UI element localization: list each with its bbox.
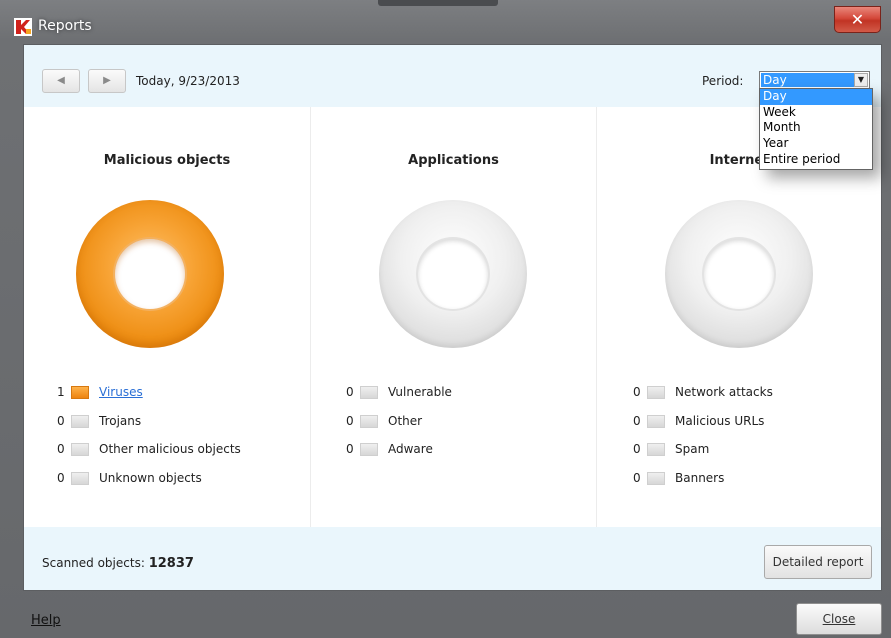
scanned-objects-label: Scanned objects:	[42, 556, 145, 570]
legend-swatch	[360, 386, 378, 399]
window-title: Reports	[38, 18, 92, 34]
chevron-left-icon: ◀	[57, 75, 65, 86]
next-period-button[interactable]: ▶	[88, 69, 126, 93]
malicious-objects-donut-chart	[76, 200, 224, 348]
legend-count: 0	[57, 413, 65, 428]
legend-count: 0	[346, 442, 354, 457]
legend-label: Trojans	[99, 413, 142, 428]
legend-count: 1	[57, 385, 65, 399]
chevron-right-icon: ▶	[103, 75, 111, 86]
period-option-year[interactable]: Year	[760, 136, 872, 152]
period-toolbar: ◀ ▶ Today, 9/23/2013 Period: Day ▼	[24, 45, 881, 107]
scanned-objects: Scanned objects: 12837	[42, 556, 194, 571]
legend-swatch	[647, 471, 665, 485]
internet-column: Internet 0 Network attacks 0 Malicious U…	[596, 107, 882, 527]
column-title: Malicious objects	[103, 153, 231, 168]
donut-hole	[418, 239, 488, 309]
legend-label: Banners	[675, 470, 725, 485]
legend-count: 0	[57, 442, 65, 457]
legend-label: Network attacks	[675, 385, 773, 399]
legend-swatch	[71, 443, 89, 457]
malicious-objects-column: Malicious objects 1 Viruses 0 Trojans 0	[24, 107, 310, 527]
legend-swatch	[360, 443, 378, 457]
legend-label: Malicious URLs	[675, 413, 765, 428]
current-date: Today, 9/23/2013	[136, 74, 240, 88]
legend-count: 0	[346, 413, 354, 428]
period-select[interactable]: Day ▼	[759, 71, 870, 89]
legend-swatch	[360, 414, 378, 428]
legend-count: 0	[633, 470, 641, 485]
viruses-link[interactable]: Viruses	[99, 385, 143, 399]
applications-column: Applications 0 Vulnerable 0 Other 0 Adwa…	[310, 107, 596, 527]
donut-hole	[115, 239, 185, 309]
summary-bar: Scanned objects: 12837 Detailed report	[24, 527, 881, 590]
period-option-month[interactable]: Month	[760, 120, 872, 136]
detailed-report-button[interactable]: Detailed report	[764, 545, 872, 579]
legend-swatch	[71, 386, 89, 399]
period-option-entire-period[interactable]: Entire period	[760, 152, 872, 168]
donut-hole	[704, 239, 774, 309]
column-title: Applications	[408, 153, 499, 168]
period-option-day[interactable]: Day	[760, 89, 872, 105]
period-label: Period:	[702, 74, 744, 88]
chevron-down-icon[interactable]: ▼	[854, 73, 868, 87]
legend-swatch	[647, 414, 665, 428]
legend-label: Spam	[675, 442, 710, 457]
legend-swatch	[647, 386, 665, 399]
legend-count: 0	[57, 470, 65, 485]
reports-panel: ◀ ▶ Today, 9/23/2013 Period: Day ▼ Day W…	[23, 44, 882, 591]
legend-count: 0	[346, 385, 354, 399]
period-selected-value: Day	[761, 73, 855, 87]
title-bar[interactable]: Reports ✕	[0, 0, 891, 44]
legend-label: Other	[388, 413, 423, 428]
legend-count: 0	[633, 442, 641, 457]
legend-count: 0	[633, 413, 641, 428]
legend-swatch	[647, 443, 665, 457]
period-option-week[interactable]: Week	[760, 105, 872, 121]
legend-label: Vulnerable	[388, 385, 452, 399]
legend-count: 0	[633, 385, 641, 399]
report-columns: Malicious objects 1 Viruses 0 Trojans 0	[24, 107, 881, 527]
help-link[interactable]: Help	[31, 613, 61, 628]
applications-donut-chart	[379, 200, 527, 348]
internet-donut-chart	[665, 200, 813, 348]
close-window-button[interactable]: ✕	[834, 6, 881, 33]
close-button[interactable]: Close	[796, 603, 882, 635]
legend-swatch	[71, 414, 89, 428]
legend-label: Other malicious objects	[99, 442, 241, 457]
scanned-objects-count: 12837	[148, 556, 194, 571]
legend-label: Unknown objects	[99, 470, 202, 485]
previous-period-button[interactable]: ◀	[42, 69, 80, 93]
legend-label: Adware	[388, 442, 433, 457]
legend-swatch	[71, 471, 89, 485]
kaspersky-logo-icon	[14, 18, 32, 36]
period-dropdown-list: Day Week Month Year Entire period	[759, 88, 873, 170]
